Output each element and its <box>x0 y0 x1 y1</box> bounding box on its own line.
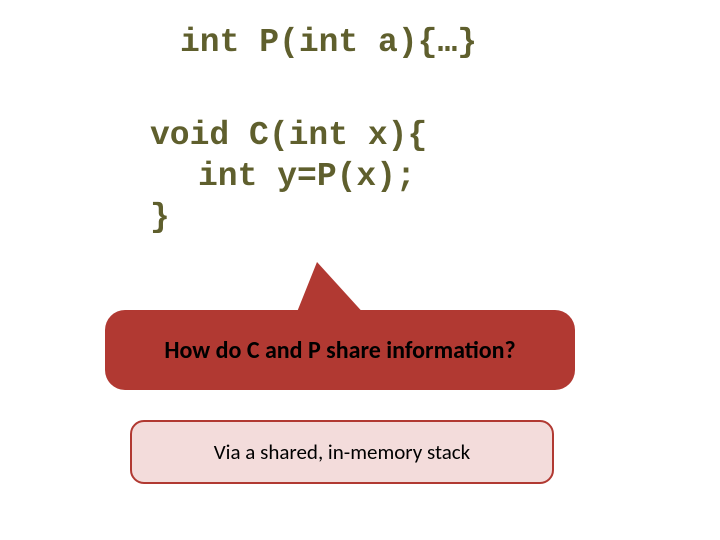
answer-text: Via a shared, in-memory stack <box>214 439 470 465</box>
code-line-c-close: } <box>150 197 170 238</box>
code-line-c-body: int y=P(x); <box>198 156 416 197</box>
code-line-p-decl: int P(int a){…} <box>180 22 477 63</box>
question-callout: How do C and P share information? <box>105 310 575 390</box>
question-text: How do C and P share information? <box>164 336 515 365</box>
answer-box: Via a shared, in-memory stack <box>130 420 554 484</box>
code-line-c-open: void C(int x){ <box>150 115 427 156</box>
